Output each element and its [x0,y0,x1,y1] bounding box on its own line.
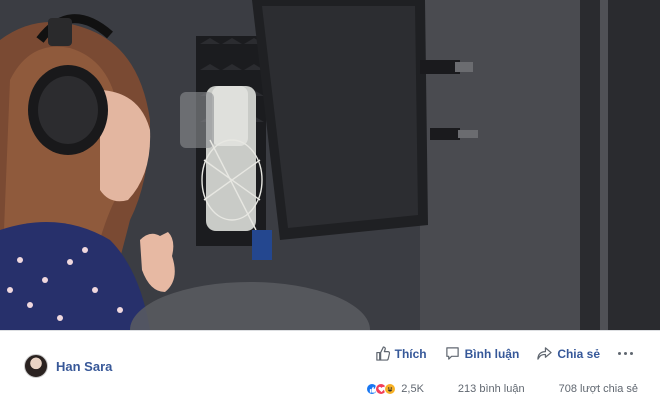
share-icon [537,347,552,360]
like-button[interactable]: Thích [375,346,427,361]
share-button[interactable]: Chia sẻ [537,346,600,361]
video-frame [0,0,660,330]
author-profile-link[interactable]: Han Sara [24,354,112,378]
comment-icon [445,347,459,360]
video-player[interactable] [0,0,660,330]
more-horizontal-icon[interactable] [616,352,634,355]
post-footer: Han Sara Thích Bình luận Chia sẻ 2,5K 21… [0,330,660,410]
shares-count-link[interactable]: 708 lượt chia sẻ [559,383,638,395]
author-name[interactable]: Han Sara [56,359,112,374]
share-label: Chia sẻ [557,346,600,361]
author-avatar[interactable] [24,354,48,378]
reactions-summary[interactable]: 2,5K [366,383,424,395]
comment-label: Bình luận [464,346,520,361]
post-stats: 2,5K 213 bình luận 708 lượt chia sẻ [366,383,638,395]
divider [0,330,660,331]
haha-reaction-icon [384,383,397,395]
comments-count-link[interactable]: 213 bình luận [458,383,525,395]
reactions-count: 2,5K [401,383,424,395]
action-bar: Thích Bình luận Chia sẻ [357,346,634,361]
like-label: Thích [394,346,427,361]
thumbs-up-icon [375,346,390,361]
comment-button[interactable]: Bình luận [445,346,520,361]
